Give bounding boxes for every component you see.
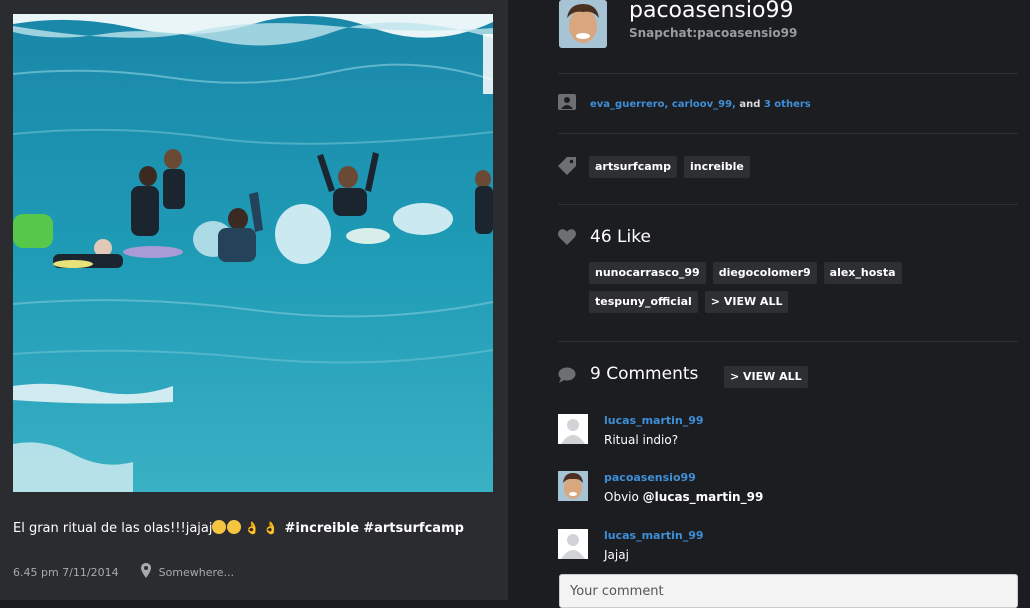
avatar[interactable] [559, 0, 607, 48]
tagged-user-link[interactable]: carloov_99, [672, 99, 736, 110]
caption-text: El gran ritual de las olas!!!jajaj [13, 521, 213, 536]
post-timestamp: 6.45 pm 7/11/2014 [13, 565, 119, 579]
avatar[interactable] [558, 414, 588, 444]
caption-hashtag[interactable]: #artsurfcamp [363, 521, 464, 536]
comments-view-all-button[interactable]: > VIEW ALL [724, 366, 808, 388]
liker-chip[interactable]: alex_hosta [823, 262, 902, 284]
post-details-panel: pacoasensio99 Snapchat:pacoasensio99 eva… [508, 0, 1030, 608]
divider [558, 133, 1018, 134]
post-caption: El gran ritual de las olas!!!jajaj 👌 👌 #in… [13, 519, 503, 538]
comment-item: pacoasensio99 Obvio @lucas_martin_99 [558, 471, 998, 516]
tag-chip[interactable]: increible [683, 156, 750, 178]
comment-username[interactable]: lucas_martin_99 [604, 529, 704, 542]
avatar[interactable] [558, 529, 588, 559]
tagged-users: eva_guerrero, carloov_99, and 3 others [590, 99, 811, 110]
heart-icon[interactable] [558, 229, 576, 249]
caption-hashtag[interactable]: #increible [285, 521, 360, 536]
liker-chip[interactable]: tespuny_official [589, 291, 698, 313]
comment-text: Jajaj [604, 548, 629, 562]
post-location[interactable]: Somewhere... [159, 566, 234, 579]
comment-input[interactable]: Your comment [559, 574, 1018, 608]
tagged-user-link[interactable]: eva_guerrero, [590, 99, 668, 110]
post-photo[interactable] [13, 14, 493, 492]
ok-hand-emoji-icon: 👌 [244, 521, 260, 535]
liker-chip[interactable]: nunocarrasco_99 [589, 262, 706, 284]
tag-chip[interactable]: artsurfcamp [589, 156, 677, 178]
speech-bubble-icon [558, 367, 576, 387]
comment-username[interactable]: lucas_martin_99 [604, 414, 704, 427]
comment-mention[interactable]: @lucas_martin_99 [643, 490, 764, 504]
profile-username[interactable]: pacoasensio99 [629, 0, 793, 23]
person-icon [558, 94, 576, 114]
comments-count: 9 Comments [590, 364, 699, 384]
comment-text: Ritual indio? [604, 433, 679, 447]
likes-view-all-button[interactable]: > VIEW ALL [704, 291, 789, 313]
likes-count: 46 Like [590, 227, 651, 247]
comment-username[interactable]: pacoasensio99 [604, 471, 696, 484]
surf-photo-illustration [13, 14, 493, 492]
map-pin-icon [140, 563, 151, 581]
comment-item: lucas_martin_99 Jajaj [558, 529, 998, 574]
post-meta: 6.45 pm 7/11/2014 Somewhere... [13, 563, 234, 581]
post-tags: artsurfcamp increible [589, 156, 1009, 178]
post-media-panel: El gran ritual de las olas!!!jajaj 👌 👌 #in… [0, 0, 508, 600]
tagged-and-text: and [739, 99, 761, 110]
likers-list: nunocarrasco_99 diegocolomer9 alex_hosta… [589, 262, 1009, 313]
ok-hand-emoji-icon: 👌 [263, 521, 279, 535]
divider [558, 341, 1018, 342]
divider [558, 73, 1018, 74]
tagged-others-link[interactable]: 3 others [764, 99, 811, 110]
divider [558, 204, 1018, 205]
comment-text: Obvio @lucas_martin_99 [604, 490, 763, 504]
grin-emoji-icon [227, 520, 242, 534]
grin-emoji-icon [212, 520, 227, 534]
comment-item: lucas_martin_99 Ritual indio? [558, 414, 998, 459]
avatar[interactable] [558, 471, 588, 501]
tag-icon [558, 157, 576, 179]
profile-snapchat: Snapchat:pacoasensio99 [629, 26, 798, 40]
comment-text-prefix: Obvio [604, 490, 639, 504]
liker-chip[interactable]: diegocolomer9 [712, 262, 817, 284]
